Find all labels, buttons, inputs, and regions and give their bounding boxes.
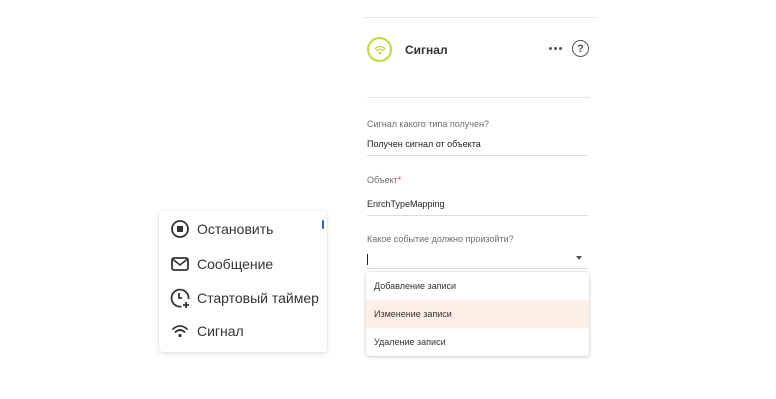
event-dropdown: Добавление записи Изменение записи Удале… [366, 272, 589, 356]
event-select[interactable] [367, 250, 588, 269]
palette-item-label: Остановить [197, 221, 274, 237]
chevron-down-icon[interactable] [576, 256, 582, 260]
object-label-text: Объект [367, 175, 398, 185]
divider [363, 17, 596, 18]
palette-item-signal[interactable]: Сигнал [169, 318, 244, 344]
elements-palette: Остановить Сообщение Стартовый таймер Си… [159, 211, 327, 352]
signal-header-icon [367, 37, 392, 62]
palette-item-message[interactable]: Сообщение [169, 251, 273, 277]
stop-icon [169, 218, 191, 240]
field-underline [367, 155, 588, 156]
properties-panel: Сигнал ? Сигнал какого типа получен? Пол… [361, 0, 596, 399]
wifi-signal-icon [169, 320, 191, 342]
palette-scrollbar[interactable] [322, 220, 324, 229]
event-label: Какое событие должно произойти? [367, 234, 514, 244]
object-field[interactable]: EnrchTypeMapping [367, 199, 445, 209]
palette-item-start-timer[interactable]: Стартовый таймер [169, 285, 319, 311]
field-underline [367, 215, 588, 216]
more-options-icon[interactable] [548, 44, 564, 54]
object-label: Объект* [367, 175, 401, 185]
envelope-icon [169, 253, 191, 275]
palette-item-stop[interactable]: Остановить [169, 216, 273, 242]
palette-item-label: Сигнал [197, 323, 244, 339]
divider [367, 97, 590, 98]
signal-type-label: Сигнал какого типа получен? [367, 119, 489, 129]
palette-item-label: Сообщение [197, 256, 274, 272]
signal-type-field[interactable]: Получен сигнал от объекта [367, 139, 481, 149]
timer-plus-icon [169, 287, 191, 309]
screen: Остановить Сообщение Стартовый таймер Си… [0, 0, 776, 399]
text-caret [367, 254, 368, 265]
panel-title: Сигнал [405, 43, 448, 57]
palette-item-label: Стартовый таймер [197, 290, 319, 306]
help-icon[interactable]: ? [572, 40, 589, 57]
dropdown-option[interactable]: Удаление записи [366, 328, 589, 356]
dropdown-option[interactable]: Добавление записи [366, 272, 589, 300]
required-mark: * [397, 175, 402, 185]
dropdown-option-highlighted[interactable]: Изменение записи [366, 300, 589, 328]
